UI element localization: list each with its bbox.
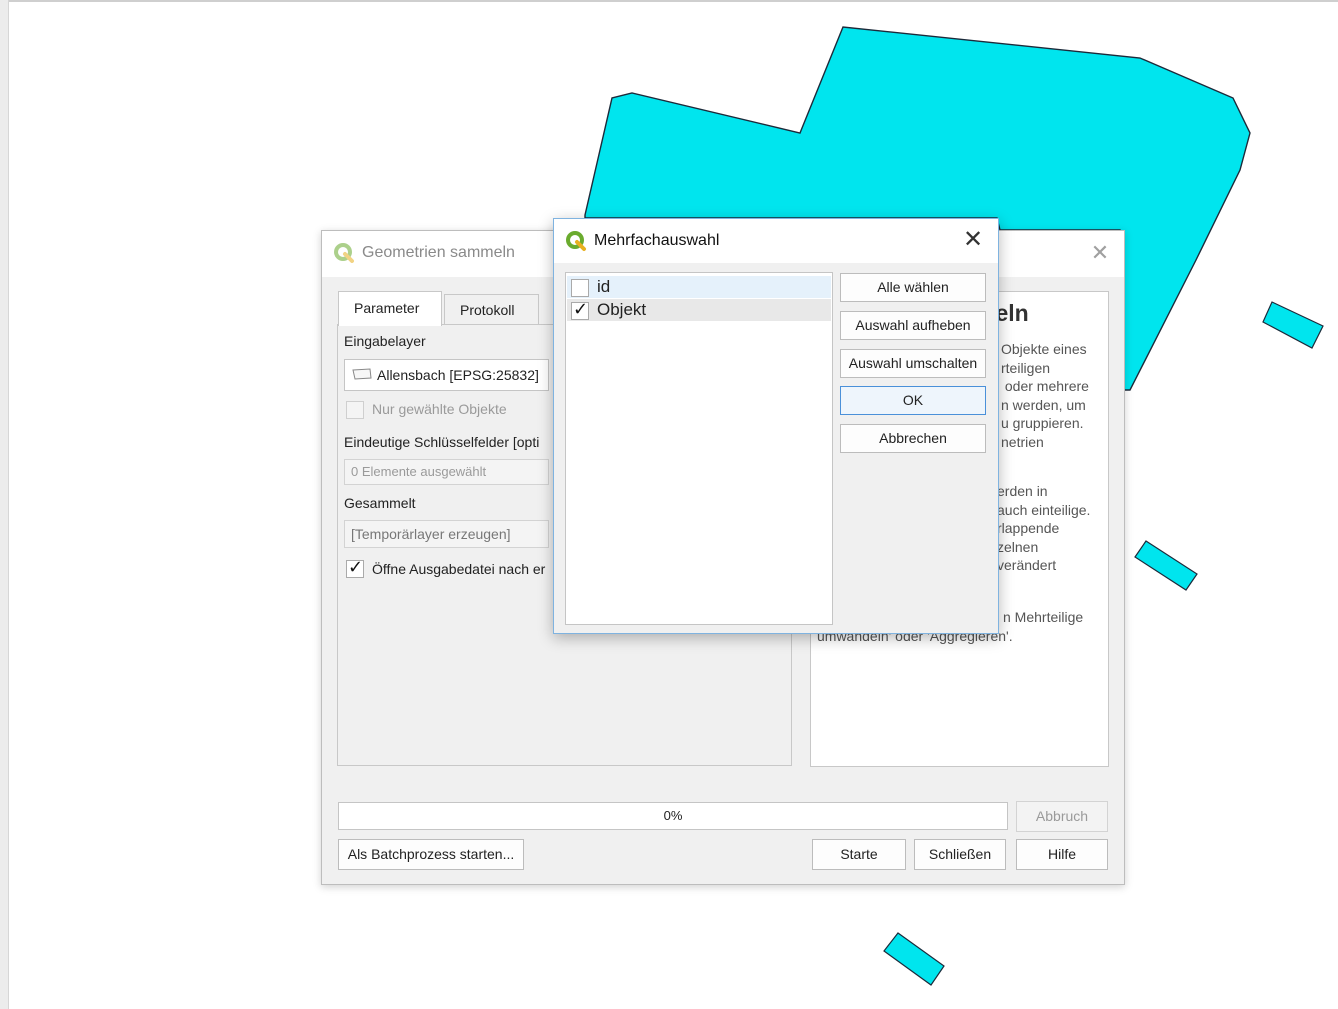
key-fields-label: Eindeutige Schlüsselfelder [opti — [344, 434, 540, 450]
modal-title: Mehrfachauswahl — [594, 232, 720, 249]
checkmark-icon: ✓ — [573, 299, 589, 319]
map-polygon-small-2[interactable] — [1134, 540, 1198, 591]
close-icon[interactable]: ✕ — [960, 227, 986, 253]
polygon-layer-icon — [351, 361, 373, 390]
ok-button[interactable]: OK — [840, 386, 986, 415]
collected-label: Gesammelt — [344, 495, 416, 511]
input-layer-select[interactable]: Allensbach [EPSG:25832] — [344, 359, 549, 391]
help-line: verändert — [997, 557, 1057, 574]
help-line: Objekte eines — [1001, 341, 1087, 357]
progress-bar: 0% — [338, 802, 1008, 830]
help-line: netrien — [1001, 433, 1044, 450]
select-all-button[interactable]: Alle wählen — [840, 273, 986, 302]
dialog-title: Geometrien sammeln — [362, 244, 515, 261]
list-item-id[interactable]: id — [567, 276, 831, 298]
abort-button[interactable]: Abbruch — [1016, 801, 1108, 832]
help-text-block-1: Objekte eines rteiligen oder mehrere n wer… — [1001, 340, 1089, 452]
modal-titlebar: Mehrfachauswahl ✕ — [554, 219, 998, 263]
field-list[interactable]: id ✓ Objekt — [565, 272, 833, 625]
only-selected-label: Nur gewählte Objekte — [372, 401, 507, 417]
map-polygon-small-1[interactable] — [1262, 301, 1324, 349]
help-line: zelnen — [997, 538, 1039, 555]
key-fields-select[interactable]: 0 Elemente ausgewählt — [344, 459, 549, 485]
help-line: rlappende — [997, 520, 1060, 537]
help-line: auch einteilige. — [997, 501, 1091, 518]
batch-process-button[interactable]: Als Batchprozess starten... — [338, 839, 524, 870]
toggle-selection-button[interactable]: Auswahl umschalten — [840, 349, 986, 378]
clear-selection-button[interactable]: Auswahl aufheben — [840, 311, 986, 340]
help-line: oder mehrere — [1001, 378, 1089, 395]
open-output-label: Öffne Ausgabedatei nach er — [372, 561, 546, 577]
start-button[interactable]: Starte — [812, 839, 906, 870]
help-button[interactable]: Hilfe — [1016, 839, 1108, 870]
close-icon[interactable]: ✕ — [1088, 241, 1112, 265]
help-line: n werden, um — [1001, 396, 1086, 413]
multiple-selection-dialog: Mehrfachauswahl ✕ id ✓ Objekt Alle wähle… — [553, 218, 999, 634]
help-line: u gruppieren. — [1001, 415, 1084, 432]
input-layer-label: Eingabelayer — [344, 333, 426, 349]
list-item-label: Objekt — [597, 300, 647, 319]
item-checkbox[interactable] — [571, 279, 589, 297]
cancel-button[interactable]: Abbrechen — [840, 424, 986, 453]
list-item-label: id — [597, 277, 611, 296]
qgis-logo-icon — [565, 230, 587, 252]
input-layer-value: Allensbach [EPSG:25832] — [377, 367, 539, 383]
map-polygon-small-3[interactable] — [883, 932, 945, 986]
close-button[interactable]: Schließen — [914, 839, 1006, 870]
help-text-block-2: erden in auch einteilige. rlappende zelnen v… — [997, 482, 1090, 575]
only-selected-checkbox[interactable] — [346, 401, 364, 419]
open-output-checkbox[interactable]: ✓ — [346, 557, 364, 578]
list-item-objekt[interactable]: ✓ Objekt — [567, 299, 831, 321]
item-checkbox[interactable]: ✓ — [571, 299, 589, 320]
tab-protokoll[interactable]: Protokoll — [444, 294, 539, 325]
collected-output-field[interactable]: [Temporärlayer erzeugen] — [344, 520, 549, 548]
tab-parameter[interactable]: Parameter — [338, 291, 442, 326]
help-line: erden in — [997, 483, 1048, 499]
help-line: rteiligen — [1001, 359, 1051, 376]
qgis-logo-icon — [333, 242, 355, 264]
checkmark-icon: ✓ — [348, 557, 364, 577]
